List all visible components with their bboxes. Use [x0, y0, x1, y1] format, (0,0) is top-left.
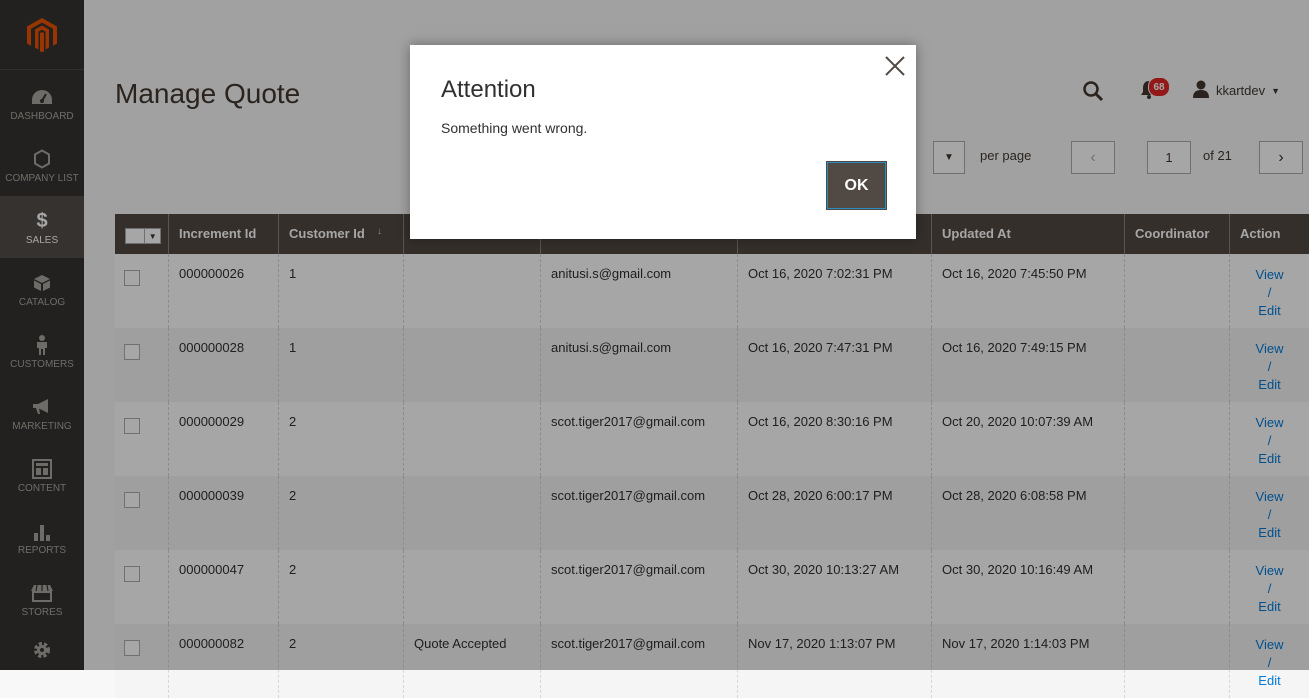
- modal-message: Something went wrong.: [441, 120, 588, 136]
- modal-title: Attention: [441, 76, 536, 103]
- close-icon[interactable]: [880, 51, 910, 81]
- attention-modal: Attention Something went wrong. OK: [410, 45, 916, 239]
- ok-button[interactable]: OK: [826, 161, 887, 210]
- edit-link[interactable]: Edit: [1240, 672, 1299, 690]
